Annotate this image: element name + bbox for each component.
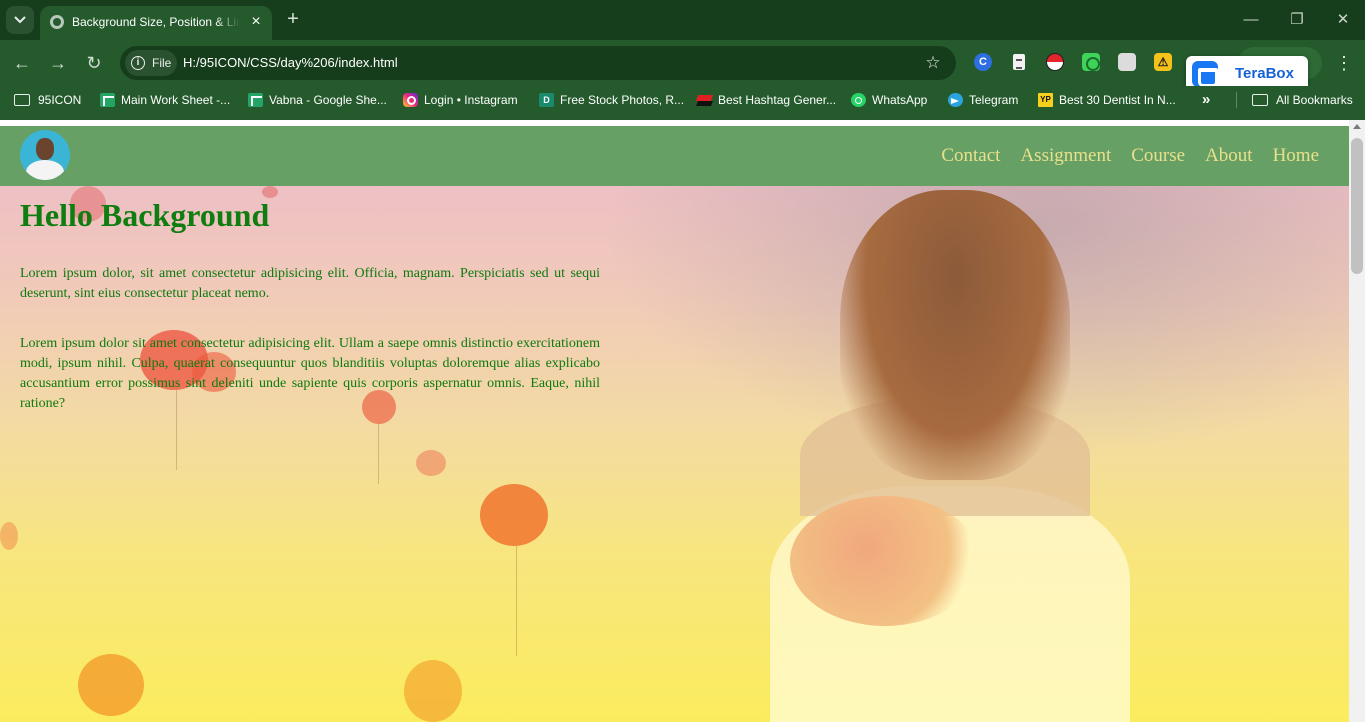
tab-strip: Background Size, Position & Linear Gradi… [0, 0, 1365, 40]
stock-photos-icon: D [539, 93, 554, 107]
avatar-face [36, 138, 54, 160]
bookmarks-divider [1236, 92, 1237, 108]
girl-hair [840, 190, 1070, 480]
browser-tab-active[interactable]: Background Size, Position & Linear Gradi… [40, 6, 272, 40]
whatsapp-icon [851, 93, 866, 107]
page-heading: Hello Background [20, 197, 270, 233]
close-tab-icon[interactable]: × [246, 12, 266, 32]
bookmark-label: Telegram [969, 93, 1019, 107]
tab-search-button[interactable] [6, 6, 34, 34]
site-navbar: Contact Assignment Course About Home [0, 126, 1349, 186]
browser-menu-icon[interactable]: ⋮ [1333, 51, 1355, 75]
forward-button[interactable]: → [46, 51, 70, 75]
flower-bouquet [790, 496, 980, 626]
minimize-icon[interactable]: — [1240, 9, 1262, 31]
chevron-down-icon [14, 16, 26, 24]
extension-pokeball-icon[interactable] [1046, 53, 1064, 71]
bookmark-label: WhatsApp [872, 93, 928, 107]
yellow-pages-icon: YP [1038, 93, 1053, 107]
extension-warning-icon[interactable]: ⚠ [1154, 53, 1172, 71]
site-info-chip[interactable]: i File [125, 50, 177, 76]
nav-link-about[interactable]: About [1205, 145, 1253, 167]
scroll-up-arrow-icon[interactable] [1353, 124, 1361, 129]
tab-title: Background Size, Position & Linear Gradi… [72, 15, 240, 29]
site-info-label: File [152, 56, 172, 70]
google-sheets-icon [248, 93, 263, 107]
browser-toolbar: ← → ↻ i File H:/95ICON/CSS/day%206/index… [0, 40, 1365, 86]
bookmark-star-icon[interactable]: ☆ [922, 52, 944, 74]
balloon-string [516, 546, 517, 656]
globe-icon [50, 15, 64, 29]
telegram-icon [948, 93, 963, 107]
all-bookmarks-label: All Bookmarks [1276, 93, 1353, 107]
heart-balloon [416, 450, 446, 476]
avatar-body [26, 160, 64, 180]
folder-icon [1252, 94, 1268, 106]
bookmark-label: Main Work Sheet -... [121, 93, 231, 107]
back-button[interactable]: ← [10, 51, 34, 75]
balloon-string [378, 424, 379, 484]
close-window-icon[interactable]: ✕ [1332, 9, 1354, 31]
scrollbar-thumb[interactable] [1351, 138, 1363, 274]
extension-green-icon[interactable] [1082, 53, 1100, 71]
heart-balloon [480, 484, 548, 546]
reload-button[interactable]: ↻ [82, 51, 106, 75]
folder-icon [14, 94, 30, 106]
heart-balloon [78, 654, 144, 716]
terabox-logo-icon [1192, 61, 1218, 87]
bookmark-label: Free Stock Photos, R... [560, 93, 685, 107]
bookmarks-bar: 95ICON Main Work Sheet -... Vabna - Goog… [0, 86, 1365, 120]
main-content: Hello Background Lorem ipsum dolor, sit … [20, 196, 600, 414]
page-scrollbar[interactable] [1349, 120, 1365, 722]
bookmark-label: 95ICON [38, 93, 82, 107]
nav-link-home[interactable]: Home [1273, 145, 1319, 167]
nav-links: Contact Assignment Course About Home [941, 126, 1319, 186]
extension-c-icon[interactable]: C [974, 53, 992, 71]
nav-link-course[interactable]: Course [1131, 145, 1185, 167]
bookmark-label: Login • Instagram [424, 93, 518, 107]
restore-icon[interactable]: ❐ [1286, 9, 1308, 31]
info-icon: i [131, 56, 145, 70]
heart-balloon [0, 522, 18, 550]
instagram-icon [403, 93, 418, 107]
intro-paragraph: Lorem ipsum dolor, sit amet consectetur … [20, 266, 600, 301]
nav-link-assignment[interactable]: Assignment [1020, 145, 1111, 167]
nav-link-contact[interactable]: Contact [941, 145, 1000, 167]
address-bar[interactable]: i File H:/95ICON/CSS/day%206/index.html … [120, 46, 956, 80]
url-text[interactable]: H:/95ICON/CSS/day%206/index.html [183, 46, 398, 80]
bookmark-label: Best Hashtag Gener... [718, 93, 837, 107]
extension-hand-icon[interactable] [1118, 53, 1136, 71]
avatar[interactable] [20, 130, 70, 180]
body-paragraph: Lorem ipsum dolor sit amet consectetur a… [20, 336, 600, 411]
google-sheets-icon [100, 93, 115, 107]
more-bookmarks-icon[interactable]: » [1202, 86, 1210, 114]
page-viewport: Contact Assignment Course About Home Hel… [0, 120, 1349, 722]
extension-document-icon[interactable] [1010, 53, 1028, 71]
hashtag-generator-icon [697, 93, 712, 107]
bookmark-label: Vabna - Google She... [269, 93, 387, 107]
heart-balloon [404, 660, 462, 722]
bookmark-label: Best 30 Dentist In N... [1059, 93, 1176, 107]
new-tab-button[interactable]: + [282, 8, 304, 30]
